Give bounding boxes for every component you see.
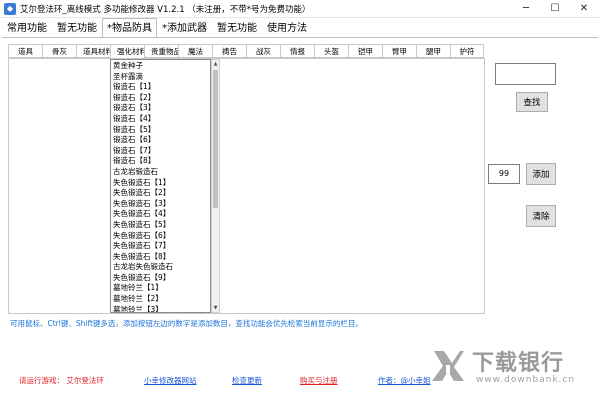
tab-none-1[interactable]: 暂无功能 <box>52 18 102 38</box>
list-item[interactable]: 墓地铃兰【3】 <box>111 305 210 312</box>
list-item[interactable]: 锻造石【1】 <box>111 82 210 93</box>
list-item[interactable]: 锻造石【3】 <box>111 103 210 114</box>
list-container <box>8 58 485 314</box>
watermark: 下载银行 www.downbank.cn <box>430 345 600 395</box>
subtab-legs[interactable]: 腿甲 <box>416 44 450 58</box>
tab-usage[interactable]: 使用方法 <box>262 18 312 38</box>
minimize-button[interactable]: ─ <box>512 0 540 18</box>
tab-common[interactable]: 常用功能 <box>2 18 52 38</box>
list-item[interactable]: 黄金种子 <box>111 61 210 72</box>
main-tab-bar: 常用功能 暂无功能 *物品防具 *添加武器 暂无功能 使用方法 <box>2 18 312 38</box>
app-icon: ◆ <box>4 3 16 15</box>
subtab-incantation[interactable]: 祷告 <box>212 44 246 58</box>
subtab-sorcery[interactable]: 魔法 <box>178 44 212 58</box>
list-item[interactable]: 锻造石【7】 <box>111 146 210 157</box>
subtab-chest[interactable]: 铠甲 <box>348 44 382 58</box>
subtab-item-materials[interactable]: 道具材料 <box>76 44 113 58</box>
list-item[interactable]: 失色锻造石【4】 <box>111 209 210 220</box>
list-item[interactable]: 锻造石【4】 <box>111 114 210 125</box>
title-bar: ◆ 艾尔登法环_离线模式 多功能修改器 V1.2.1 （未注册，不带*号为免费功… <box>0 0 600 18</box>
subtab-items[interactable]: 道具 <box>8 44 42 58</box>
tab-none-2[interactable]: 暂无功能 <box>212 18 262 38</box>
scroll-thumb[interactable] <box>213 70 218 208</box>
list-item[interactable]: 失色锻造石【2】 <box>111 188 210 199</box>
list-item[interactable]: 锻造石【8】 <box>111 156 210 167</box>
clear-button[interactable]: 清除 <box>526 205 556 227</box>
watermark-url: www.downbank.cn <box>476 375 576 385</box>
add-button[interactable]: 添加 <box>526 163 556 185</box>
list-item[interactable]: 失色锻造石【1】 <box>111 178 210 189</box>
watermark-name: 下载银行 <box>472 351 565 376</box>
list-item[interactable]: 古龙岩失色锻造石 <box>111 262 210 273</box>
list-item[interactable]: 失色锻造石【5】 <box>111 220 210 231</box>
category-tab-bar: 道具 骨灰 道具材料 强化材料 贵重物品 魔法 祷告 战灰 情报 头盔 铠甲 臂… <box>8 44 484 58</box>
subtab-talisman[interactable]: 护符 <box>450 44 484 58</box>
list-item[interactable]: 失色锻造石【6】 <box>111 231 210 242</box>
list-item[interactable]: 失色锻造石【9】 <box>111 273 210 284</box>
maximize-button[interactable]: ☐ <box>541 0 569 18</box>
search-button[interactable]: 查找 <box>516 92 548 112</box>
list-item[interactable]: 失色锻造石【3】 <box>111 199 210 210</box>
item-listbox[interactable]: 黄金种子 圣杯露滴 锻造石【1】 锻造石【2】 锻造石【3】 锻造石【4】 锻造… <box>110 59 211 313</box>
tab-add-weapon[interactable]: *添加武器 <box>157 18 212 38</box>
subtab-ash-of-war[interactable]: 战灰 <box>246 44 280 58</box>
close-button[interactable]: ✕ <box>570 0 598 18</box>
list-item[interactable]: 圣杯露滴 <box>111 72 210 83</box>
register-link[interactable]: 购买与注册 <box>300 375 338 386</box>
list-item[interactable]: 墓地铃兰【2】 <box>111 294 210 305</box>
website-link[interactable]: 小幸修改器网站 <box>144 375 197 386</box>
author-link[interactable]: 作者：@小幸姐 <box>378 375 431 386</box>
subtab-info[interactable]: 情报 <box>280 44 314 58</box>
list-item[interactable]: 锻造石【2】 <box>111 93 210 104</box>
list-scrollbar[interactable]: ▲ ▼ <box>211 59 220 313</box>
window-title: 艾尔登法环_离线模式 多功能修改器 V1.2.1 （未注册，不带*号为免费功能） <box>20 5 311 15</box>
list-item[interactable]: 墓地铃兰【1】 <box>111 283 210 294</box>
subtab-gauntlets[interactable]: 臂甲 <box>382 44 416 58</box>
list-item[interactable]: 锻造石【5】 <box>111 125 210 136</box>
subtab-upgrade-materials[interactable]: 强化材料 <box>110 44 147 58</box>
search-input[interactable] <box>495 63 556 85</box>
scroll-up-icon[interactable]: ▲ <box>212 60 219 68</box>
list-item[interactable]: 古龙岩锻造石 <box>111 167 210 178</box>
quantity-input[interactable]: 99 <box>488 164 520 184</box>
check-update-link[interactable]: 检查更新 <box>232 375 262 386</box>
game-status: 请运行游戏： 艾尔登法环 <box>19 376 104 385</box>
list-item[interactable]: 锻造石【6】 <box>111 135 210 146</box>
usage-hint: 可用鼠标、Ctrl键、Shift键多选，添加按钮左边的数字是添加数目，查找功能会… <box>10 319 363 328</box>
subtab-helm[interactable]: 头盔 <box>314 44 348 58</box>
list-item[interactable]: 失色锻造石【8】 <box>111 252 210 263</box>
subtab-key-items[interactable]: 贵重物品 <box>144 44 181 58</box>
list-item[interactable]: 失色锻造石【7】 <box>111 241 210 252</box>
subtab-ashes[interactable]: 骨灰 <box>42 44 76 58</box>
downbank-logo-icon <box>432 351 464 381</box>
scroll-down-icon[interactable]: ▼ <box>212 304 219 312</box>
tab-items-armor[interactable]: *物品防具 <box>102 18 157 38</box>
